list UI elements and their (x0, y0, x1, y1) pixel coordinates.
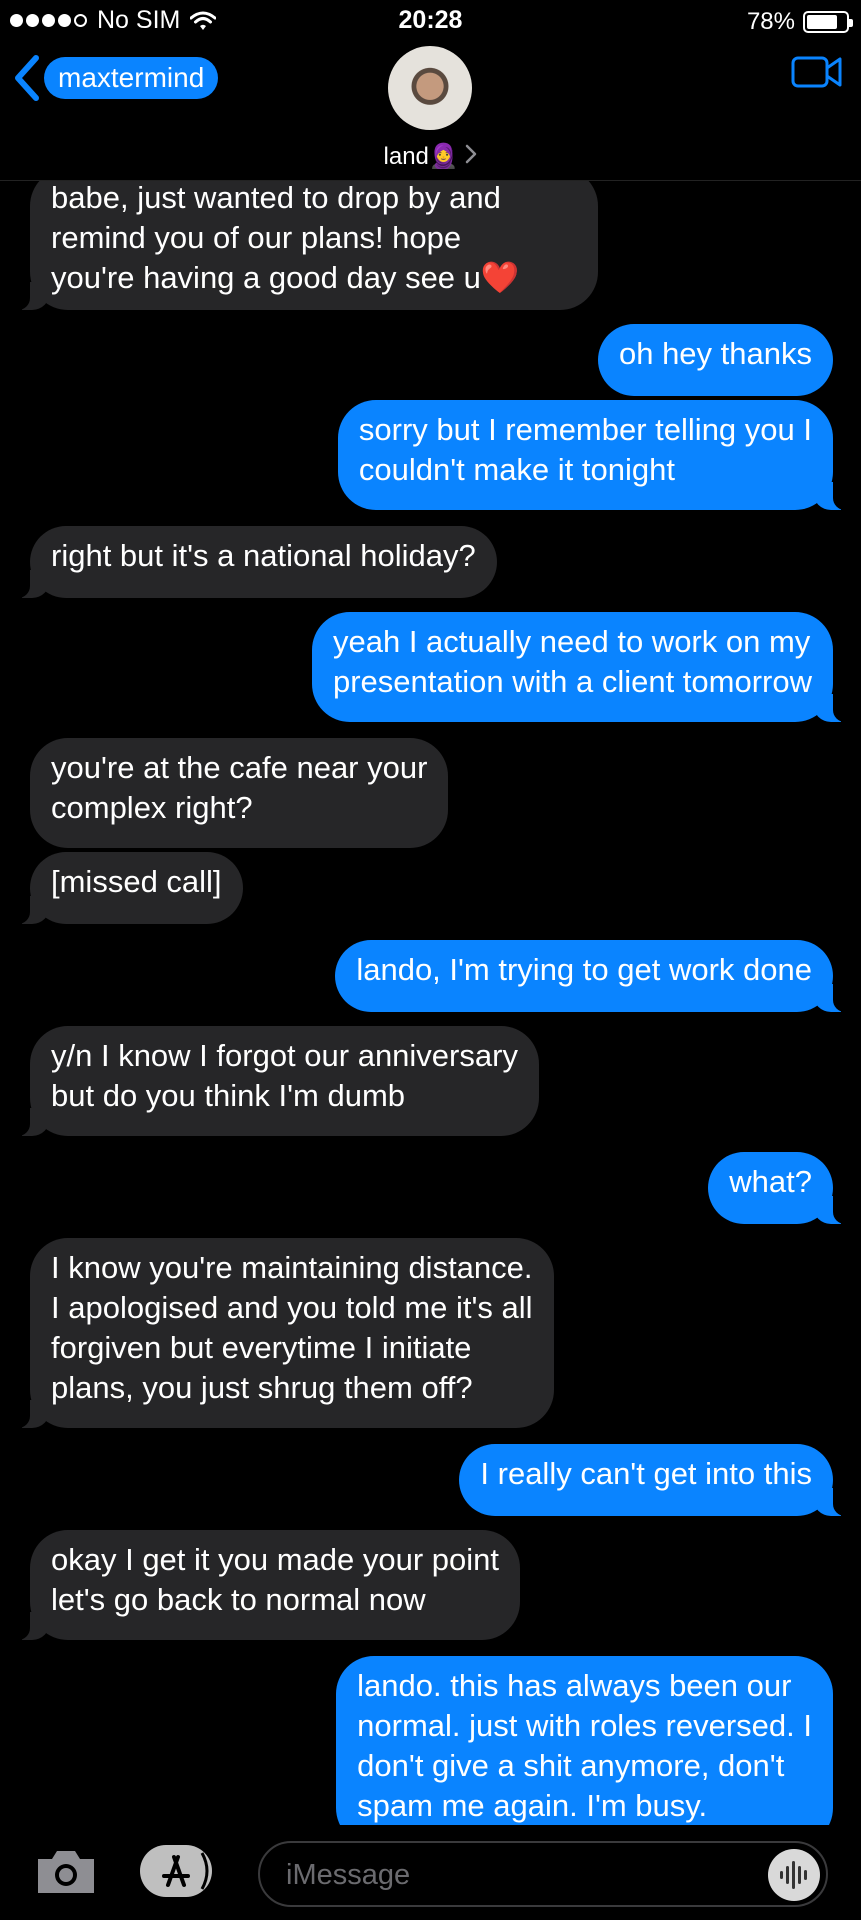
message-line: presentation with a client tomorrow (332, 664, 812, 699)
message-bubble-incoming[interactable]: I know you're maintaining distance. I ap… (16, 1238, 554, 1428)
contact-details-link[interactable]: land🧕 (0, 142, 861, 171)
message-line: yeah I actually need to work on my (332, 624, 811, 659)
message-line: sorry but I remember telling you I (358, 412, 812, 447)
heart-emoji: ❤️ (480, 260, 520, 295)
app-store-icon[interactable] (140, 1845, 212, 1897)
battery-percent: 78% (746, 8, 795, 35)
back-label: maxtermind (44, 57, 219, 99)
message-bubble-incoming[interactable]: [missed call] (16, 852, 243, 924)
back-button[interactable]: maxtermind (12, 54, 219, 102)
message-line: oh hey thanks (618, 336, 812, 371)
message-line: y/n I know I forgot our anniversary (51, 1038, 518, 1073)
message-line: lando. this has always been our (357, 1668, 792, 1703)
status-bar: No SIM 20:28 78% (0, 0, 861, 44)
message-line: I really can't get into this (480, 1456, 812, 1491)
message-bubble-outgoing[interactable]: I really can't get into this (459, 1444, 847, 1516)
message-field[interactable] (258, 1841, 828, 1907)
message-bubble-incoming[interactable]: right but it's a national holiday? (16, 526, 497, 598)
message-line: right but it's a national holiday? (51, 538, 476, 573)
message-line: lando, I'm trying to get work done (356, 952, 812, 987)
conversation-header: maxtermind land🧕 (0, 44, 861, 181)
message-bubble-incoming[interactable]: y/n I know I forgot our anniversary but … (16, 1026, 539, 1136)
message-line: what? (729, 1164, 812, 1199)
message-input[interactable] (284, 1856, 748, 1894)
message-bubble-incoming[interactable]: you're at the cafe near your complex rig… (30, 738, 449, 848)
message-line: [missed call] (51, 864, 222, 899)
message-line: I know you're maintaining distance. (51, 1250, 533, 1285)
message-line: okay I get it you made your point (51, 1542, 500, 1577)
message-bubble-incoming[interactable]: okay I get it you made your point let's … (15, 1530, 521, 1640)
message-line: plans, you just shrug them off? (51, 1370, 473, 1405)
message-line: don't give a shit anymore, don't (357, 1748, 785, 1783)
message-list[interactable]: babe, just wanted to drop by and remind … (0, 180, 861, 1825)
status-right: 78% (746, 8, 853, 36)
message-line: complex right? (51, 790, 253, 825)
message-bubble-outgoing[interactable]: lando, I'm trying to get work done (335, 940, 847, 1012)
camera-icon[interactable] (34, 1847, 98, 1897)
chevron-left-icon (15, 55, 39, 101)
video-camera-icon[interactable] (791, 54, 843, 90)
message-line: couldn't make it tonight (358, 452, 675, 487)
message-bubble-outgoing[interactable]: lando. this has always been our normal. … (336, 1656, 833, 1825)
message-bubble-outgoing[interactable]: yeah I actually need to work on my prese… (311, 612, 848, 722)
message-line: spam me again. I'm busy. (357, 1788, 708, 1823)
contact-name: land (383, 143, 429, 170)
audio-waveform-icon (780, 1861, 807, 1889)
message-line: forgiven but everytime I initiate (51, 1330, 472, 1365)
message-line: normal. just with roles reversed. I (357, 1708, 812, 1743)
message-bubble-outgoing[interactable]: sorry but I remember telling you I could… (337, 400, 848, 510)
message-bubble-incoming[interactable]: babe, just wanted to drop by and remind … (16, 180, 598, 310)
status-time: 20:28 (398, 6, 463, 34)
chevron-right-icon (466, 144, 477, 164)
message-line: babe, just wanted to drop by and (51, 180, 501, 215)
message-line: but do you think I'm dumb (51, 1078, 406, 1113)
battery-level (807, 15, 837, 29)
contact-avatar[interactable] (388, 46, 472, 130)
app-store-glyph-icon (162, 1852, 209, 1890)
battery-icon (803, 11, 853, 33)
compose-bar (0, 1825, 861, 1920)
message-bubble-outgoing[interactable]: oh hey thanks (597, 324, 833, 396)
message-line: you're at the cafe near your (51, 750, 428, 785)
contact-emoji: 🧕 (428, 143, 459, 170)
message-line: let's go back to normal now (51, 1582, 426, 1617)
message-line: remind you of our plans! hope (51, 220, 462, 255)
message-line: I apologised and you told me it's all (51, 1290, 533, 1325)
message-line: you're having a good day see u (51, 260, 481, 295)
audio-record-button[interactable] (768, 1849, 820, 1901)
message-bubble-outgoing[interactable]: what? (708, 1152, 847, 1224)
